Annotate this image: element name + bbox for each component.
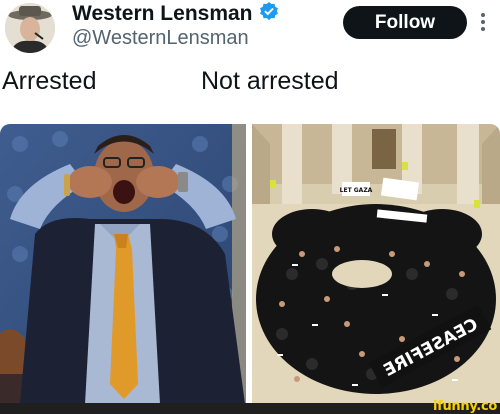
verified-badge-icon: [259, 1, 279, 27]
footer-bar: [0, 403, 500, 414]
follow-button[interactable]: Follow: [343, 6, 467, 39]
sign-let-gaza: LET GAZA: [340, 187, 373, 194]
caption-not-arrested: Not arrested: [201, 67, 339, 95]
tweet-header: Western Lensman @WesternLensman Follow: [0, 0, 500, 60]
ifunny-watermark: ifunny.co: [432, 399, 497, 414]
more-options-icon[interactable]: [474, 10, 492, 34]
display-name[interactable]: Western Lensman: [72, 1, 279, 27]
display-name-text[interactable]: Western Lensman: [72, 2, 253, 26]
user-handle[interactable]: @WesternLensman: [72, 27, 249, 50]
avatar[interactable]: [5, 3, 55, 53]
protest-sit-in-photo[interactable]: LET GAZA CEASEFIRE: [252, 124, 500, 404]
man-shouting-photo[interactable]: [0, 124, 246, 404]
caption-arrested: Arrested: [2, 67, 97, 95]
